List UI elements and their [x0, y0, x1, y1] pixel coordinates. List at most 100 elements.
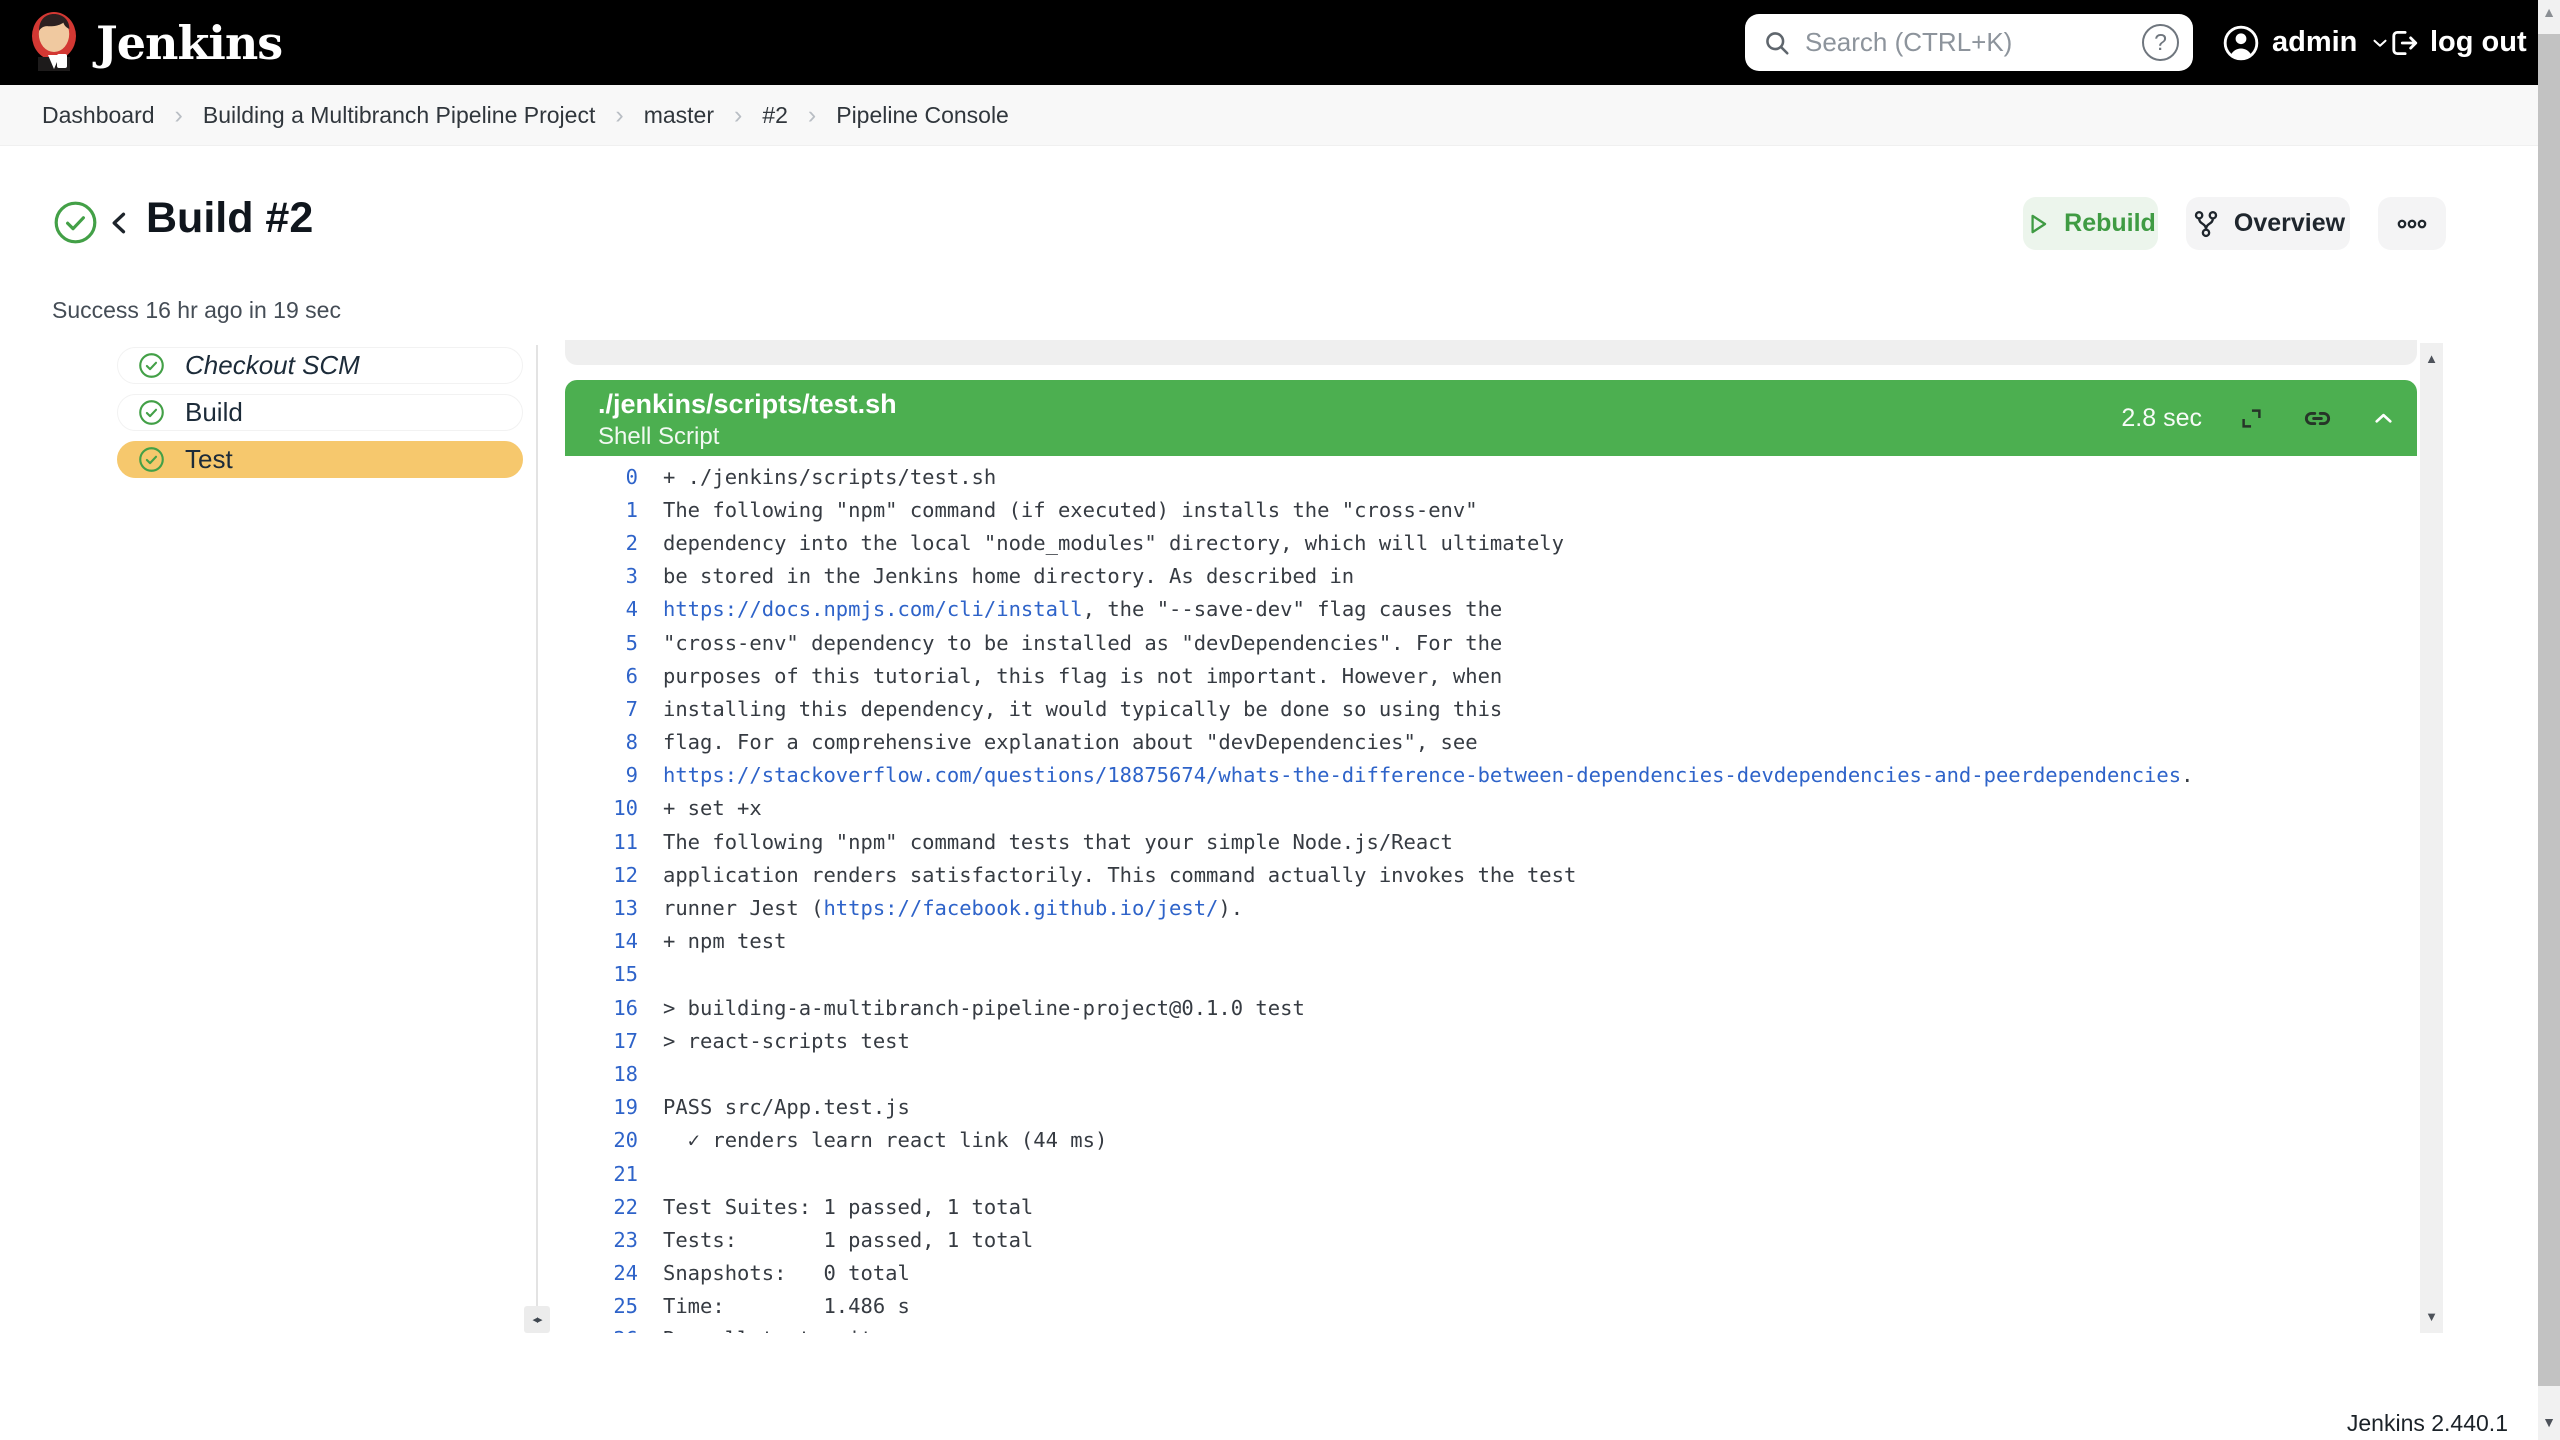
line-number[interactable]: 18 — [565, 1062, 638, 1086]
header-actions: Rebuild Overview — [2023, 197, 2446, 250]
rebuild-button[interactable]: Rebuild — [2023, 197, 2158, 250]
console-text-segment: "cross-env" dependency to be installed a… — [663, 631, 1502, 655]
breadcrumb-item[interactable]: Pipeline Console — [836, 102, 1009, 129]
console-line: 26Ran all test suites. — [565, 1323, 2417, 1333]
line-number[interactable]: 2 — [565, 531, 638, 555]
rebuild-label: Rebuild — [2064, 209, 2156, 238]
line-number[interactable]: 1 — [565, 498, 638, 522]
console-text-segment: > building-a-multibranch-pipeline-projec… — [663, 996, 1305, 1020]
line-number[interactable]: 4 — [565, 597, 638, 621]
logout-icon — [2386, 26, 2420, 60]
page-scroll-down-icon[interactable]: ▼ — [2538, 1414, 2560, 1430]
breadcrumb-item[interactable]: master — [644, 102, 714, 129]
scroll-up-icon[interactable]: ▲ — [2420, 351, 2443, 366]
line-number[interactable]: 26 — [565, 1327, 638, 1333]
previous-step-block-partial[interactable] — [565, 340, 2417, 365]
step-header[interactable]: ./jenkins/scripts/test.sh Shell Script 2… — [565, 380, 2417, 456]
console-line: 24 Snapshots: 0 total — [565, 1257, 2417, 1290]
console-text-segment: The following "npm" command (if executed… — [663, 498, 1478, 522]
build-success-icon — [53, 200, 98, 245]
page-scroll-up-icon[interactable]: ▲ — [2538, 4, 2560, 20]
line-number[interactable]: 19 — [565, 1095, 638, 1119]
page-scrollbar[interactable]: ▲ ▼ — [2538, 0, 2560, 1440]
console-line: 21 — [565, 1157, 2417, 1190]
console-text-segment: ✓ renders learn react link (44 ms) — [663, 1128, 1107, 1152]
console-line: 11 The following "npm" command tests that… — [565, 825, 2417, 858]
console-link[interactable]: https://docs.npmjs.com/cli/install — [663, 597, 1083, 621]
breadcrumb-separator-icon: › — [615, 101, 623, 130]
step-link-button[interactable] — [2301, 402, 2334, 435]
console-link[interactable]: https://stackoverflow.com/questions/1887… — [663, 763, 2181, 787]
jenkins-home-link[interactable]: Jenkins — [28, 0, 282, 85]
console-link[interactable]: https://facebook.github.io/jest/ — [823, 896, 1218, 920]
stage-label: Build — [185, 397, 243, 428]
line-number[interactable]: 14 — [565, 929, 638, 953]
line-number[interactable]: 21 — [565, 1162, 638, 1186]
stage-item-test[interactable]: Test — [117, 441, 523, 478]
panel-resize-handle[interactable]: ◂▸ — [524, 1306, 550, 1333]
line-number[interactable]: 17 — [565, 1029, 638, 1053]
overview-button[interactable]: Overview — [2186, 197, 2350, 250]
more-actions-button[interactable] — [2378, 197, 2446, 250]
breadcrumb-item[interactable]: Building a Multibranch Pipeline Project — [203, 102, 596, 129]
line-number[interactable]: 5 — [565, 631, 638, 655]
back-button[interactable] — [106, 208, 134, 238]
page-title: Build #2 — [146, 194, 313, 243]
line-text: ✓ renders learn react link (44 ms) — [663, 1128, 1107, 1152]
console-text-segment: be stored in the Jenkins home directory.… — [663, 564, 1354, 588]
line-number[interactable]: 9 — [565, 763, 638, 787]
line-number[interactable]: 6 — [565, 664, 638, 688]
console-scrollbar[interactable]: ▲ ▼ — [2420, 343, 2443, 1333]
line-number[interactable]: 8 — [565, 730, 638, 754]
line-text: The following "npm" command tests that y… — [663, 830, 1453, 854]
console-line: 22Test Suites: 1 passed, 1 total — [565, 1190, 2417, 1223]
stage-success-icon — [138, 399, 165, 426]
line-number[interactable]: 0 — [565, 465, 638, 489]
brand-title: Jenkins — [96, 16, 282, 70]
console-line: 2dependency into the local "node_modules… — [565, 526, 2417, 559]
console-text-segment: ). — [1218, 896, 1243, 920]
stage-success-icon — [138, 352, 165, 379]
console-text-segment: Snapshots: 0 total — [663, 1261, 910, 1285]
console-text-segment: flag. For a comprehensive explanation ab… — [663, 730, 1478, 754]
logout-button[interactable]: log out — [2386, 0, 2527, 85]
line-number[interactable]: 12 — [565, 863, 638, 887]
stage-item-build[interactable]: Build — [117, 394, 523, 431]
expand-step-button[interactable] — [2238, 405, 2265, 432]
console-text-segment: + set +x — [663, 796, 762, 820]
search-input[interactable] — [1805, 27, 2142, 58]
line-number[interactable]: 25 — [565, 1294, 638, 1318]
console-text-segment: > react-scripts test — [663, 1029, 910, 1053]
search-help-icon[interactable]: ? — [2142, 24, 2179, 61]
breadcrumb-item[interactable]: Dashboard — [42, 102, 155, 129]
breadcrumb-item[interactable]: #2 — [762, 102, 788, 129]
console-line: 23 Tests: 1 passed, 1 total — [565, 1223, 2417, 1256]
play-icon — [2025, 211, 2051, 237]
console-line: 19PASS src/App.test.js — [565, 1091, 2417, 1124]
page-scrollbar-thumb[interactable] — [2538, 34, 2560, 1386]
console-text-segment: application renders satisfactorily. This… — [663, 863, 1576, 887]
line-number[interactable]: 20 — [565, 1128, 638, 1152]
console-line: 5 "cross-env" dependency to be installed … — [565, 626, 2417, 659]
stage-item-checkout-scm[interactable]: Checkout SCM — [117, 347, 523, 384]
breadcrumb-separator-icon: › — [175, 101, 183, 130]
line-number[interactable]: 15 — [565, 962, 638, 986]
line-number[interactable]: 7 — [565, 697, 638, 721]
line-number[interactable]: 22 — [565, 1195, 638, 1219]
line-text: The following "npm" command (if executed… — [663, 498, 1478, 522]
line-text: Tests: 1 passed, 1 total — [663, 1228, 1033, 1252]
line-number[interactable]: 3 — [565, 564, 638, 588]
line-number[interactable]: 16 — [565, 996, 638, 1020]
user-menu[interactable]: admin — [2222, 0, 2391, 85]
search-icon — [1763, 29, 1791, 57]
line-number[interactable]: 10 — [565, 796, 638, 820]
line-number[interactable]: 13 — [565, 896, 638, 920]
scroll-down-icon[interactable]: ▼ — [2420, 1309, 2443, 1324]
console-line: 18 — [565, 1057, 2417, 1090]
collapse-step-icon[interactable] — [2370, 405, 2397, 432]
console-line: 20 ✓ renders learn react link (44 ms) — [565, 1124, 2417, 1157]
line-number[interactable]: 11 — [565, 830, 638, 854]
breadcrumb: Dashboard › Building a Multibranch Pipelin… — [42, 85, 1009, 145]
line-number[interactable]: 23 — [565, 1228, 638, 1252]
line-number[interactable]: 24 — [565, 1261, 638, 1285]
